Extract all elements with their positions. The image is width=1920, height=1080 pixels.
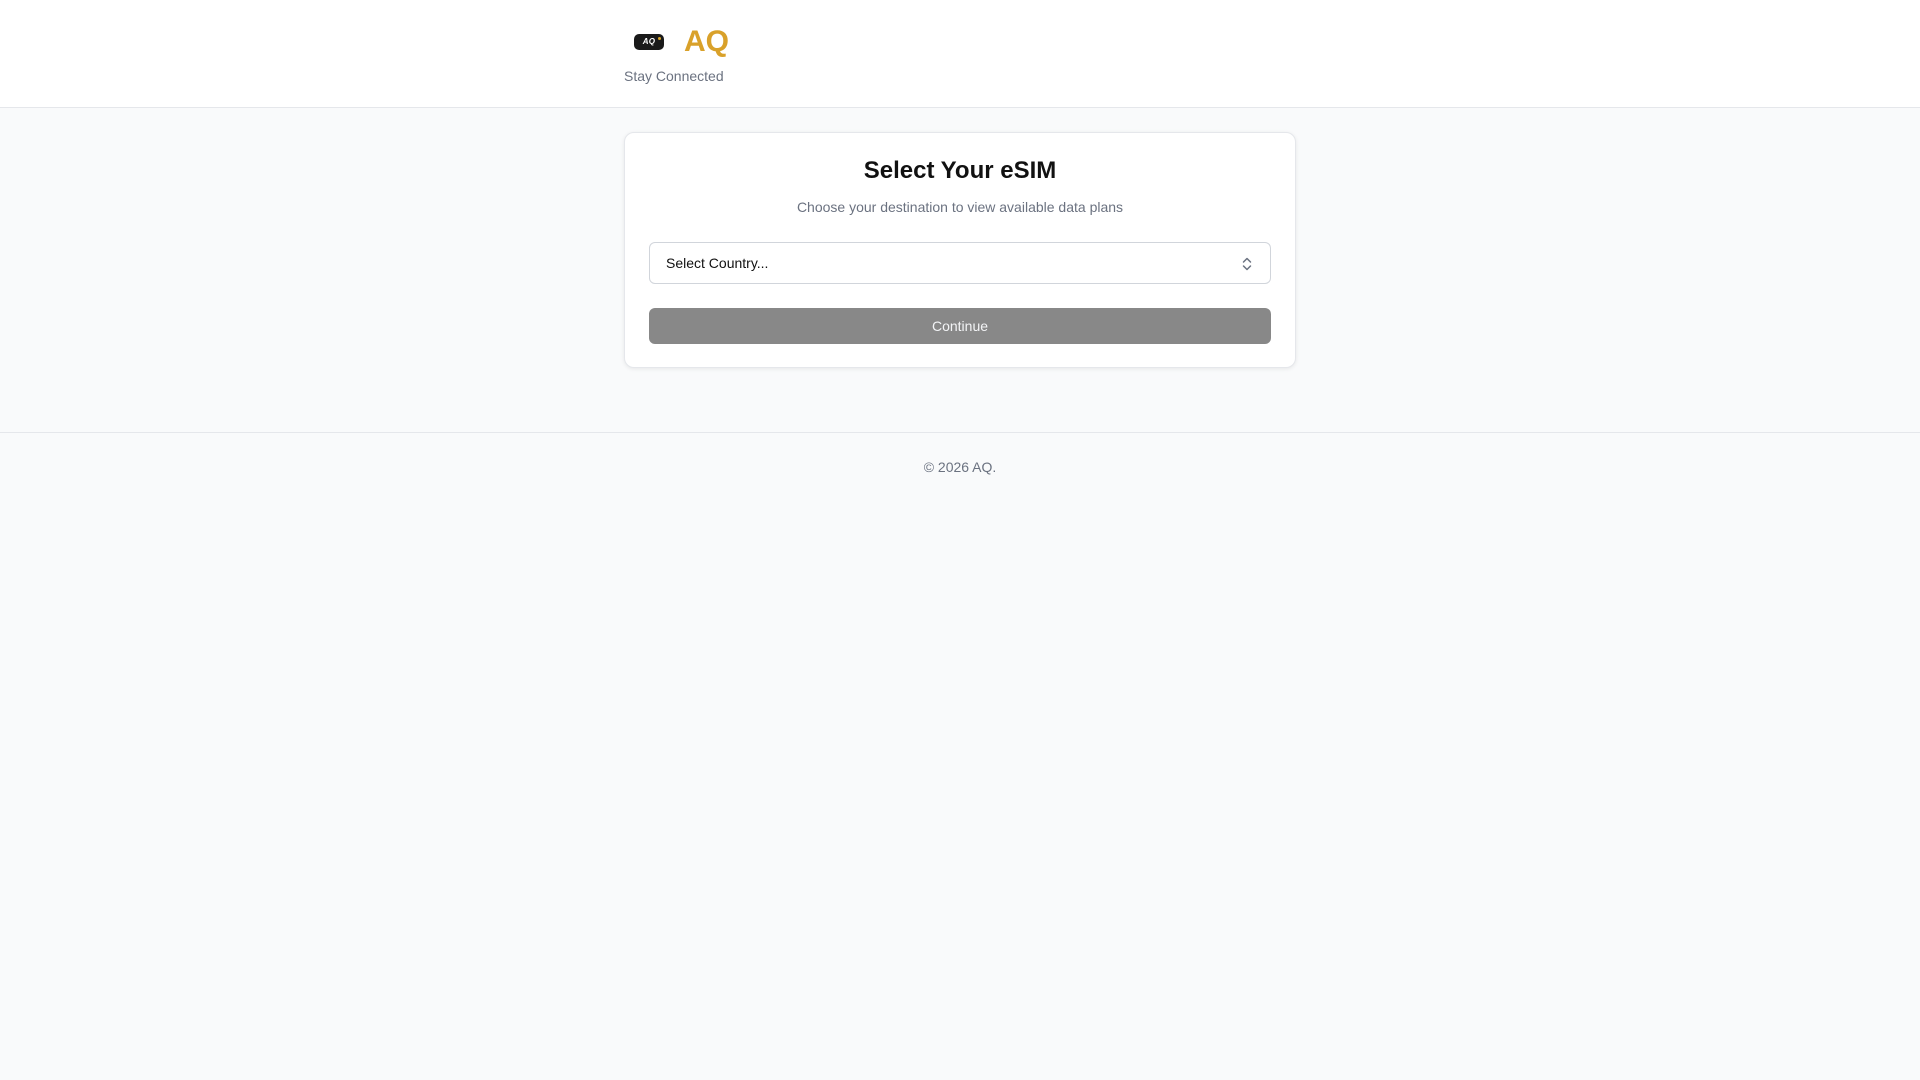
- country-select[interactable]: Select Country...: [649, 242, 1271, 284]
- site-header: AQ AQ Stay Connected: [0, 0, 1920, 108]
- continue-button[interactable]: Continue: [649, 308, 1271, 344]
- country-select-value: Select Country...: [666, 255, 769, 271]
- logo: AQ: [634, 34, 664, 50]
- site-footer: © 2026 AQ.: [0, 432, 1920, 503]
- page-subtitle: Choose your destination to view availabl…: [796, 199, 1124, 215]
- brand-row: AQ AQ: [624, 22, 729, 62]
- page-title: Select Your eSIM: [863, 157, 1057, 184]
- brand[interactable]: AQ AQ Stay Connected: [624, 22, 729, 84]
- brand-name: AQ: [684, 25, 729, 58]
- tagline: Stay Connected: [624, 68, 724, 84]
- logo-text: AQ: [642, 37, 656, 46]
- esim-selection-card: Select Your eSIM Choose your destination…: [624, 132, 1296, 368]
- logo-dot: [658, 37, 661, 40]
- chevron-up-down-icon: [1242, 257, 1252, 271]
- copyright-text: © 2026 AQ.: [923, 459, 997, 475]
